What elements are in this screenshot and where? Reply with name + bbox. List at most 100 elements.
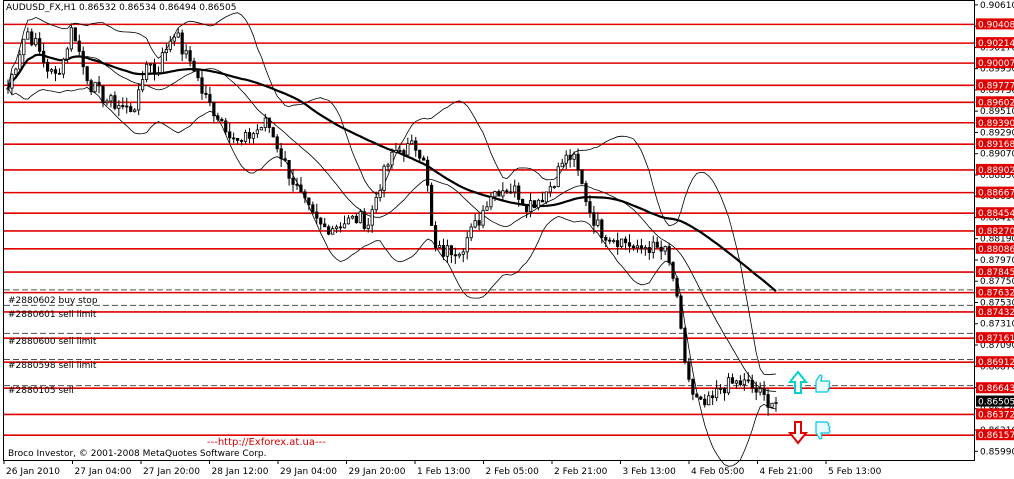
candle-body bbox=[208, 94, 212, 103]
candle-body bbox=[319, 217, 323, 225]
up-arrow-icon[interactable] bbox=[787, 370, 809, 394]
candle-body bbox=[524, 203, 529, 212]
candles bbox=[6, 23, 778, 416]
candle-body bbox=[386, 164, 390, 167]
candle-body bbox=[38, 38, 42, 52]
down-arrow-icon[interactable] bbox=[787, 421, 809, 445]
candle-body bbox=[73, 27, 77, 42]
candle-body bbox=[200, 77, 204, 94]
candle-body bbox=[441, 245, 446, 257]
candle-body bbox=[192, 60, 196, 72]
candle-body bbox=[148, 63, 153, 66]
candle-body bbox=[600, 219, 604, 238]
x-tick-label: 27 Jan 04:00 bbox=[75, 467, 132, 477]
candle-body bbox=[437, 245, 442, 248]
candle-body bbox=[548, 186, 552, 193]
candle-body bbox=[184, 50, 188, 55]
candle-body bbox=[30, 31, 34, 46]
candle-body bbox=[315, 211, 319, 219]
candle-body bbox=[160, 52, 164, 74]
y-tick-label: 0.87310 bbox=[980, 320, 1014, 330]
candle-body bbox=[683, 327, 687, 363]
candle-body bbox=[26, 31, 30, 40]
candle-body bbox=[378, 190, 382, 198]
current-price-label: 0.86505 bbox=[978, 398, 1014, 408]
candle-body bbox=[722, 388, 727, 394]
candle-body bbox=[247, 132, 252, 139]
candle-body bbox=[616, 240, 620, 247]
candle-body bbox=[699, 396, 703, 400]
candle-body bbox=[671, 262, 675, 279]
candle-body bbox=[105, 100, 109, 104]
candle-body bbox=[461, 251, 465, 255]
x-tick-label: 2 Feb 21:00 bbox=[554, 467, 608, 477]
y-tick-label: 0.87750 bbox=[980, 277, 1014, 287]
x-tick-label: 3 Feb 13:00 bbox=[623, 467, 677, 477]
candle-body bbox=[477, 220, 481, 226]
candle-body bbox=[540, 199, 545, 203]
candle-body bbox=[691, 378, 695, 395]
candle-body bbox=[639, 245, 644, 250]
candle-body bbox=[770, 402, 774, 408]
order-label[interactable]: #2880601 sell limit bbox=[8, 310, 96, 320]
x-tick-label: 2 Feb 05:00 bbox=[486, 467, 540, 477]
y-tick-label: 0.89070 bbox=[980, 150, 1014, 160]
candle-body bbox=[101, 85, 105, 104]
candle-body bbox=[172, 36, 176, 42]
candle-body bbox=[81, 50, 85, 68]
candle-body bbox=[267, 117, 271, 128]
candle-body bbox=[311, 204, 315, 213]
candle-body bbox=[370, 209, 374, 226]
candle-body bbox=[532, 200, 537, 209]
candle-body bbox=[560, 162, 564, 168]
thumbs-up-hand-icon[interactable] bbox=[815, 374, 831, 393]
order-label[interactable]: #2880598 sell limit bbox=[8, 361, 96, 371]
candle-body bbox=[228, 131, 232, 139]
candle-body bbox=[707, 395, 711, 406]
candle-body bbox=[342, 223, 347, 229]
candle-body bbox=[133, 109, 137, 112]
chart-header: AUDUSD_FX,H1 0.86532 0.86534 0.86494 0.8… bbox=[6, 3, 236, 13]
candle-body bbox=[572, 153, 576, 160]
candle-body bbox=[144, 63, 149, 80]
price-tag-label: 0.86912 bbox=[978, 358, 1014, 368]
candle-body bbox=[406, 143, 410, 156]
order-label[interactable]: #2880600 sell limit bbox=[8, 337, 96, 347]
candle-body bbox=[635, 245, 640, 249]
time-axis: 26 Jan 2010 27 Jan 04:00 27 Jan 20:00 28 Ja… bbox=[3, 460, 882, 477]
candle-body bbox=[465, 237, 469, 253]
candle-body bbox=[453, 254, 457, 257]
candle-body bbox=[85, 66, 89, 82]
candle-body bbox=[711, 395, 715, 399]
x-tick-label: 29 Jan 20:00 bbox=[349, 467, 406, 477]
thumbs-down-hand-icon[interactable] bbox=[815, 421, 831, 440]
candle-body bbox=[113, 95, 117, 109]
site-url[interactable]: ---http://Exforex.at.ua--- bbox=[207, 437, 326, 448]
candle-body bbox=[279, 148, 283, 160]
order-label[interactable]: #2880602 buy stop bbox=[8, 296, 98, 306]
candle-body bbox=[89, 80, 93, 93]
candle-body bbox=[188, 50, 192, 62]
candle-body bbox=[236, 138, 240, 141]
price-tag-label: 0.88270 bbox=[978, 227, 1014, 237]
y-tick-label: 0.89510 bbox=[980, 107, 1014, 117]
candle-body bbox=[580, 169, 584, 184]
candle-body bbox=[445, 245, 450, 257]
candle-body bbox=[212, 101, 216, 117]
candle-body bbox=[168, 40, 172, 50]
candle-body bbox=[469, 226, 473, 239]
order-label[interactable]: #2880105 sell bbox=[8, 386, 74, 396]
candle-body bbox=[350, 215, 355, 219]
candle-body bbox=[358, 211, 362, 224]
candle-body bbox=[323, 223, 327, 228]
candle-body bbox=[742, 379, 746, 386]
candle-body bbox=[612, 240, 616, 243]
candle-body bbox=[762, 388, 766, 395]
candle-body bbox=[125, 105, 129, 108]
candle-body bbox=[528, 200, 533, 212]
candle-body bbox=[766, 394, 770, 408]
candle-body bbox=[410, 140, 414, 145]
candle-body bbox=[259, 127, 263, 131]
candle-body bbox=[390, 151, 394, 166]
candle-body bbox=[758, 388, 762, 393]
